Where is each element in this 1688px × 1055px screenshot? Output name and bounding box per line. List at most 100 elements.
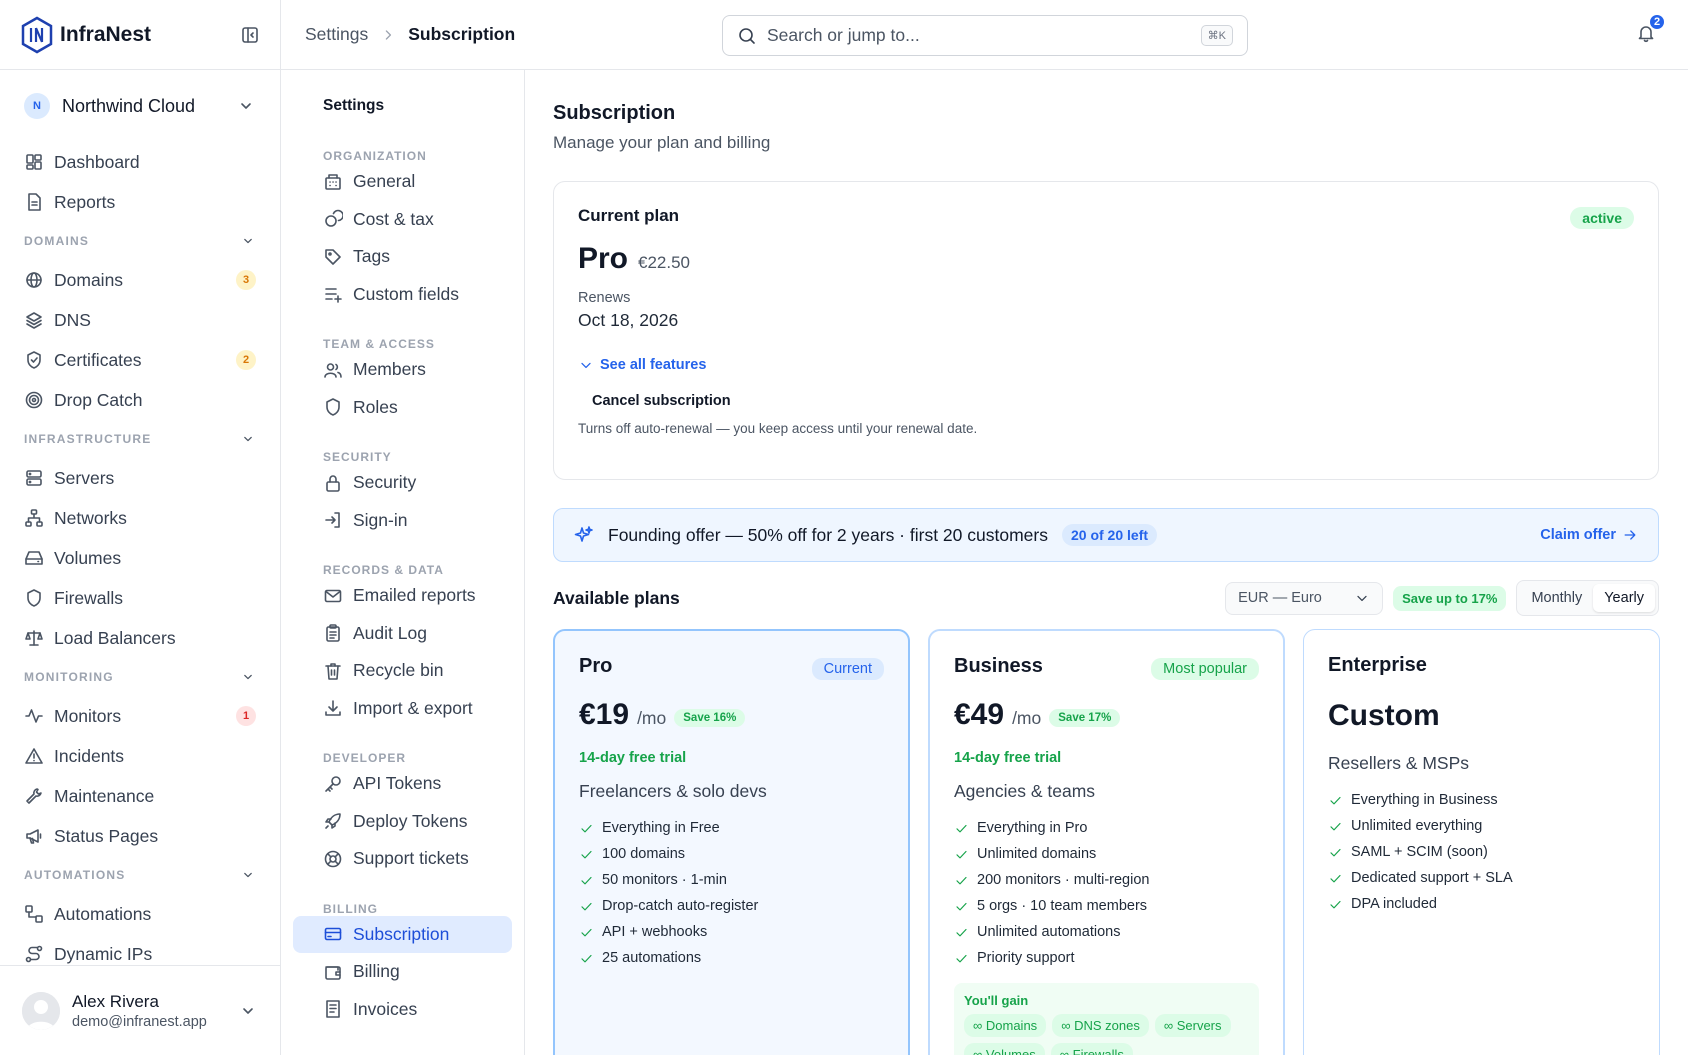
search-box[interactable]: ⌘K (722, 15, 1248, 56)
gain-chips: ∞ Domains ∞ DNS zones ∞ Servers ∞ Volume… (964, 1014, 1249, 1055)
sidebar-item-reports[interactable]: Reports (0, 182, 280, 222)
settings-item-label: Cost & tax (353, 208, 434, 229)
settings-item-billing[interactable]: Billing (293, 953, 512, 991)
settings-item-label: Sign-in (353, 509, 408, 530)
subscription-page: Subscription Manage your plan and billin… (525, 70, 1688, 1055)
sidebar-item-label: Incidents (54, 745, 125, 766)
currency-select[interactable]: EUR — Euro (1225, 581, 1384, 615)
drive-icon (25, 551, 43, 565)
settings-item-sign-in[interactable]: Sign-in (293, 502, 512, 540)
sidebar-item-dns[interactable]: DNS (0, 300, 280, 340)
settings-item-emailed-reports[interactable]: Emailed reports (293, 577, 512, 615)
available-plans-title: Available plans (553, 587, 680, 608)
sidebar-item-servers[interactable]: Servers (0, 458, 280, 498)
download-icon (325, 700, 341, 717)
plan-trial: 14-day free trial (579, 750, 687, 766)
current-plan-name: Pro (578, 242, 629, 275)
user-email: demo@infranest.app (72, 1013, 207, 1030)
settings-section-title: DEVELOPER (323, 751, 407, 765)
upgrade-gain-box: You'll gain ∞ Domains ∞ DNS zones ∞ Serv… (954, 983, 1259, 1055)
check-icon (956, 954, 967, 962)
server-icon (26, 470, 42, 486)
sidebar-item-status-pages[interactable]: Status Pages (0, 816, 280, 856)
settings-item-subscription[interactable]: Subscription (293, 915, 512, 953)
gain-chip: ∞ Servers (1154, 1014, 1231, 1037)
user-menu[interactable]: Alex Rivera demo@infranest.app (0, 965, 280, 1055)
monthly-toggle[interactable]: Monthly (1520, 584, 1593, 612)
feature-item: 200 monitors · multi-region (954, 867, 1259, 893)
settings-item-label: Recycle bin (353, 660, 444, 681)
sidebar-item-certificates[interactable]: Certificates 2 (0, 340, 280, 380)
sidebar-section-domains[interactable]: DOMAINS (0, 222, 280, 260)
settings-item-recycle-bin[interactable]: Recycle bin (293, 652, 512, 690)
breadcrumb-settings[interactable]: Settings (305, 24, 368, 45)
settings-item-deploy-tokens[interactable]: Deploy Tokens (293, 803, 512, 841)
org-avatar: N (24, 93, 50, 119)
sidebar-item-label: Monitors (54, 705, 122, 726)
sidebar-item-drop-catch[interactable]: Drop Catch (0, 380, 280, 420)
settings-item-cost-tax[interactable]: Cost & tax (293, 201, 512, 239)
sidebar-item-load-balancers[interactable]: Load Balancers (0, 618, 280, 658)
settings-item-audit-log[interactable]: Audit Log (293, 615, 512, 653)
sidebar-collapse-icon[interactable] (240, 25, 260, 45)
sidebar-item-monitors[interactable]: Monitors 1 (0, 696, 280, 736)
plan-price: €49 (954, 698, 1005, 731)
chevron-down-icon (1357, 595, 1367, 602)
building-icon (325, 173, 341, 190)
infranest-logo-icon[interactable] (20, 16, 54, 54)
check-icon (581, 824, 592, 832)
org-switcher[interactable]: N Northwind Cloud (0, 70, 280, 142)
plan-card-pro[interactable]: Pro Current €19 /mo Save 16% 14-day free… (553, 629, 910, 1055)
renews-label: Renews (578, 290, 631, 306)
section-title: AUTOMATIONS (24, 868, 126, 882)
settings-item-members[interactable]: Members (293, 351, 512, 389)
see-all-features-link[interactable]: See all features (578, 357, 1634, 373)
plan-save-badge: Save 17% (1049, 709, 1121, 727)
sidebar-item-automations[interactable]: Automations (0, 894, 280, 934)
yearly-toggle[interactable]: Yearly (1593, 584, 1655, 612)
currency-value: EUR — Euro (1238, 590, 1322, 606)
sidebar-item-dashboard[interactable]: Dashboard (0, 142, 280, 182)
settings-item-label: Subscription (353, 923, 450, 944)
cancel-subscription-button[interactable]: Cancel subscription (592, 393, 731, 409)
settings-item-label: API Tokens (353, 773, 442, 794)
sidebar-item-volumes[interactable]: Volumes (0, 538, 280, 578)
settings-item-roles[interactable]: Roles (293, 389, 512, 427)
sidebar-item-incidents[interactable]: Incidents (0, 736, 280, 776)
shield-icon (326, 398, 340, 417)
sidebar-section-automations[interactable]: AUTOMATIONS (0, 856, 280, 894)
section-title: INFRASTRUCTURE (24, 432, 152, 446)
sidebar-item-firewalls[interactable]: Firewalls (0, 578, 280, 618)
plan-price-row: €19 /mo Save 16% (579, 698, 884, 732)
settings-item-security[interactable]: Security (293, 464, 512, 502)
settings-item-label: Custom fields (353, 283, 460, 304)
plan-audience: Agencies & teams (954, 781, 1096, 801)
trash-icon (325, 662, 341, 680)
sidebar-item-label: Dynamic IPs (54, 943, 153, 964)
feature-label: Unlimited automations (977, 924, 1121, 940)
chevron-down-icon (244, 436, 252, 442)
settings-item-import-export[interactable]: Import & export (293, 690, 512, 728)
feature-label: Drop-catch auto-register (602, 898, 759, 914)
chevron-down-icon (243, 1007, 253, 1014)
claim-offer-button[interactable]: Claim offer (1540, 527, 1638, 543)
settings-item-tags[interactable]: Tags (293, 238, 512, 276)
sidebar-item-maintenance[interactable]: Maintenance (0, 776, 280, 816)
billing-period-toggle: Monthly Yearly (1516, 580, 1659, 616)
settings-item-support-tickets[interactable]: Support tickets (293, 840, 512, 878)
settings-item-invoices[interactable]: Invoices (293, 991, 512, 1029)
sidebar-section-monitoring[interactable]: MONITORING (0, 658, 280, 696)
settings-item-custom-fields[interactable]: Custom fields (293, 276, 512, 314)
search-input[interactable] (767, 25, 1201, 46)
settings-item-label: Audit Log (353, 622, 427, 643)
notifications-button[interactable]: 2 (1636, 13, 1666, 43)
settings-item-general[interactable]: General (293, 163, 512, 201)
feature-item: Dedicated support + SLA (1328, 865, 1635, 891)
sidebar-item-networks[interactable]: Networks (0, 498, 280, 538)
sidebar-section-infrastructure[interactable]: INFRASTRUCTURE (0, 420, 280, 458)
plan-card-enterprise[interactable]: Enterprise Custom Resellers & MSPs Every… (1303, 629, 1660, 1055)
plan-card-business[interactable]: Business Most popular €49 /mo Save 17% 1… (928, 629, 1285, 1055)
settings-item-api-tokens[interactable]: API Tokens (293, 765, 512, 803)
sidebar-item-domains[interactable]: Domains 3 (0, 260, 280, 300)
workflow-icon (25, 905, 43, 923)
